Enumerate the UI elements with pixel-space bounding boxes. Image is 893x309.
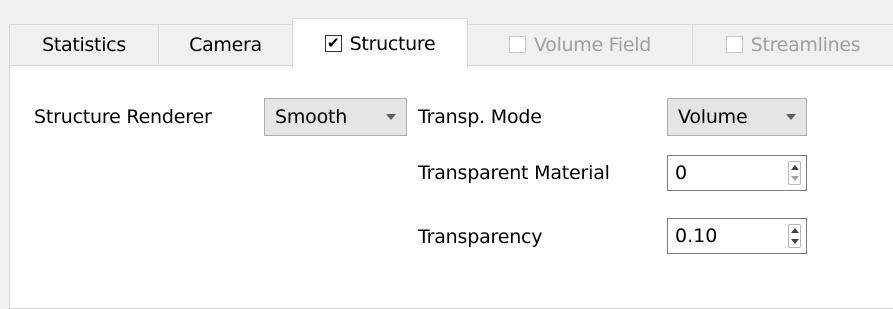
transp-mode-dropdown[interactable]: Volume xyxy=(667,98,807,136)
spin-up-icon[interactable] xyxy=(791,165,799,170)
transparent-material-value: 0 xyxy=(675,162,688,184)
tab-streamlines: Streamlines xyxy=(692,24,893,64)
tab-streamlines-label: Streamlines xyxy=(750,33,861,56)
spin-up-icon[interactable] xyxy=(791,228,799,233)
tab-structure[interactable]: ✔ Structure xyxy=(292,18,468,68)
transparency-spinbox[interactable]: 0.10 xyxy=(667,218,807,254)
chevron-down-icon xyxy=(786,114,796,120)
tab-statistics[interactable]: Statistics xyxy=(9,24,159,64)
spin-down-icon[interactable] xyxy=(791,239,799,244)
checkmark-icon: ✔ xyxy=(327,34,340,52)
tab-structure-label: Structure xyxy=(349,32,436,55)
transparency-label: Transparency xyxy=(418,226,543,248)
tab-camera[interactable]: Camera xyxy=(158,24,293,64)
structure-renderer-label: Structure Renderer xyxy=(34,106,212,128)
structure-enable-checkbox[interactable]: ✔ xyxy=(324,34,342,52)
spin-buttons[interactable] xyxy=(788,224,801,248)
structure-renderer-dropdown[interactable]: Smooth xyxy=(264,98,407,136)
volume-field-enable-checkbox xyxy=(509,36,527,53)
transp-mode-label: Transp. Mode xyxy=(418,106,542,128)
spin-down-icon[interactable] xyxy=(791,176,799,181)
tab-volume-field: Volume Field xyxy=(467,24,693,64)
transp-mode-value: Volume xyxy=(678,106,748,128)
tab-volume-field-label: Volume Field xyxy=(534,33,651,56)
spin-buttons[interactable] xyxy=(788,161,801,185)
transparency-value: 0.10 xyxy=(675,225,718,247)
transparent-material-spinbox[interactable]: 0 xyxy=(667,155,807,191)
tab-statistics-label: Statistics xyxy=(42,33,126,56)
transparent-material-label: Transparent Material xyxy=(418,162,610,184)
structure-renderer-value: Smooth xyxy=(275,106,348,128)
tab-camera-label: Camera xyxy=(189,33,262,56)
chevron-down-icon xyxy=(386,114,396,120)
streamlines-enable-checkbox xyxy=(725,36,743,53)
structure-tab-panel: Structure Renderer Smooth Transp. Mode V… xyxy=(9,65,893,309)
tab-bar: Statistics Camera ✔ Structure Volume Fie… xyxy=(0,0,893,68)
